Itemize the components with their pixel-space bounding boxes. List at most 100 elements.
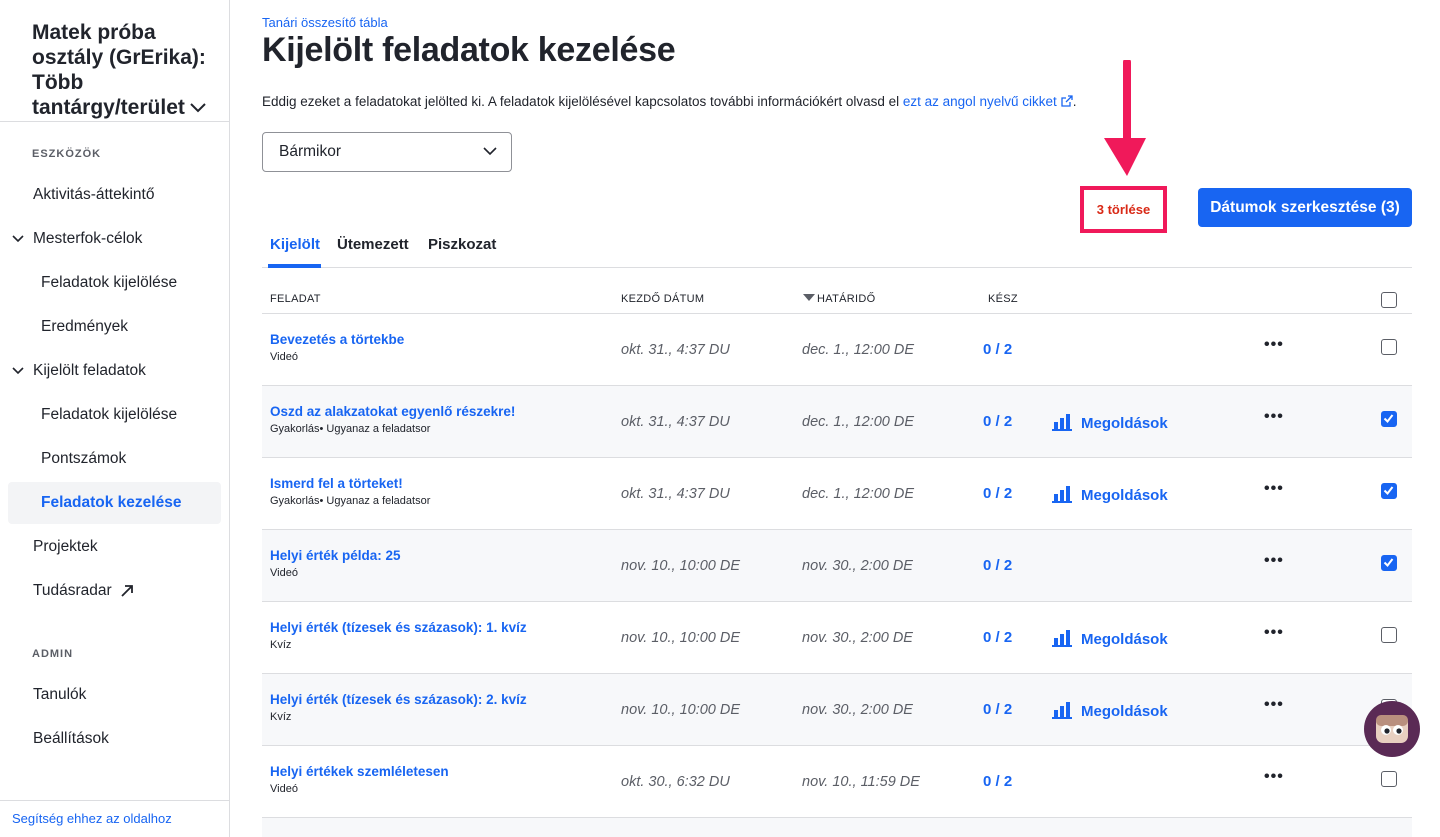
task-name-link[interactable]: Ismerd fel a törteket!: [270, 476, 403, 491]
due-date: dec. 1., 12:00 DE: [802, 342, 915, 358]
help-link[interactable]: Segítség ehhez az oldalhoz: [12, 811, 172, 826]
column-header-due-label: HATÁRIDŐ: [817, 293, 876, 305]
completion-link[interactable]: 0 / 2: [983, 413, 1012, 430]
task-name-link[interactable]: Oszd az alakzatokat egyenlő részekre!: [270, 404, 515, 419]
section-label-tools: ESZKÖZÖK: [32, 148, 102, 160]
completion-link[interactable]: 0 / 2: [983, 701, 1012, 718]
more-options-icon[interactable]: •••: [1264, 552, 1284, 570]
solutions-link[interactable]: Megoldások: [1052, 629, 1168, 648]
completion-link[interactable]: 0 / 2: [983, 773, 1012, 790]
due-date: nov. 30., 2:00 DE: [802, 558, 913, 574]
assistant-avatar[interactable]: [1364, 701, 1420, 757]
task-name-link[interactable]: Helyi érték (tízesek és százasok): 2. kv…: [270, 692, 527, 707]
table-row: Ismerd fel a törteket! Gyakorlás• Ugyana…: [262, 458, 1412, 530]
checkmark-icon: [1383, 486, 1394, 496]
row-checkbox[interactable]: [1381, 627, 1397, 643]
column-header-due[interactable]: HATÁRIDŐ: [803, 293, 875, 305]
due-date: nov. 10., 11:59 DE: [802, 774, 920, 790]
sidebar-item-label: Tudásradar: [33, 582, 112, 599]
class-title: Matek próba osztály (GrErika): Több tant…: [32, 21, 206, 119]
class-selector[interactable]: Matek próba osztály (GrErika): Több tant…: [32, 20, 222, 120]
row-checkbox[interactable]: [1381, 771, 1397, 787]
breadcrumb[interactable]: Tanári összesítő tábla: [262, 15, 388, 30]
solutions-link[interactable]: Megoldások: [1052, 701, 1168, 720]
solutions-label: Megoldások: [1081, 703, 1168, 720]
tab-scheduled[interactable]: Ütemezett: [337, 236, 409, 253]
more-options-icon[interactable]: •••: [1264, 480, 1284, 498]
chevron-down-icon: [12, 235, 24, 243]
table-row: Helyi értékek szemléletesen Videó okt. 3…: [262, 746, 1412, 818]
sidebar-item-manage-tasks[interactable]: Feladatok kezelése: [8, 482, 221, 524]
sidebar-item-assign-tasks-2[interactable]: Feladatok kijelölése: [8, 394, 221, 436]
intro-body: Eddig ezeket a feladatokat jelölted ki. …: [262, 94, 900, 109]
due-date: dec. 1., 12:00 DE: [802, 486, 915, 502]
sidebar-item-assigned-tasks[interactable]: Kijelölt feladatok: [8, 350, 221, 392]
task-type: Gyakorlás• Ugyanaz a feladatsor: [270, 495, 431, 507]
solutions-link[interactable]: Megoldások: [1052, 413, 1168, 432]
sort-down-icon: [803, 294, 815, 301]
article-link-label: ezt az angol nyelvű cikket: [902, 94, 1057, 109]
table-header: FELADAT KEZDŐ DÁTUM HATÁRIDŐ KÉSZ: [262, 268, 1412, 314]
row-checkbox[interactable]: [1381, 339, 1397, 355]
start-date: nov. 10., 10:00 DE: [621, 702, 741, 718]
row-checkbox[interactable]: [1381, 411, 1397, 427]
row-checkbox[interactable]: [1381, 483, 1397, 499]
completion-link[interactable]: 0 / 2: [983, 557, 1012, 574]
checkmark-icon: [1383, 558, 1394, 568]
bar-chart-icon: [1052, 486, 1072, 503]
solutions-label: Megoldások: [1081, 415, 1168, 432]
annotation-arrow-icon: [1104, 60, 1146, 176]
bar-chart-icon: [1052, 414, 1072, 431]
more-options-icon[interactable]: •••: [1264, 624, 1284, 642]
edit-dates-button[interactable]: Dátumok szerkesztése (3): [1198, 188, 1412, 227]
more-options-icon[interactable]: •••: [1264, 768, 1284, 786]
section-label-admin: ADMIN: [32, 648, 74, 660]
sidebar-item-projects[interactable]: Projektek: [8, 526, 221, 568]
table-row: Helyi érték (tízesek és százasok): 2. kv…: [262, 674, 1412, 746]
chevron-down-icon: [190, 103, 206, 113]
sidebar-item-assign-tasks[interactable]: Feladatok kijelölése: [8, 262, 221, 304]
sidebar-item-scores[interactable]: Pontszámok: [8, 438, 221, 480]
completion-link[interactable]: 0 / 2: [983, 485, 1012, 502]
sidebar-item-knowledge-radar[interactable]: Tudásradar: [8, 570, 221, 612]
intro-end: .: [1072, 94, 1077, 109]
table-row: Helyi érték példa: 25 Videó nov. 10., 10…: [262, 530, 1412, 602]
solutions-label: Megoldások: [1081, 487, 1168, 504]
sidebar-item-settings[interactable]: Beállítások: [8, 718, 221, 760]
divider: [0, 121, 229, 122]
sidebar-item-students[interactable]: Tanulók: [8, 674, 221, 716]
task-name-link[interactable]: Helyi érték példa: 25: [270, 548, 401, 563]
sidebar-item-results[interactable]: Eredmények: [8, 306, 221, 348]
column-header-done: KÉSZ: [988, 293, 1018, 305]
column-header-start[interactable]: KEZDŐ DÁTUM: [621, 293, 704, 305]
more-options-icon[interactable]: •••: [1264, 696, 1284, 714]
more-options-icon[interactable]: •••: [1264, 408, 1284, 426]
due-date: nov. 30., 2:00 DE: [802, 702, 913, 718]
completion-link[interactable]: 0 / 2: [983, 341, 1012, 358]
time-filter-select[interactable]: Bármikor: [262, 132, 512, 172]
select-all-checkbox[interactable]: [1381, 292, 1397, 308]
tab-draft[interactable]: Piszkozat: [428, 236, 496, 253]
sidebar-item-mastery-goals[interactable]: Mesterfok-célok: [8, 218, 221, 260]
task-type: Gyakorlás• Ugyanaz a feladatsor: [270, 423, 431, 435]
robot-face-icon: [1376, 715, 1408, 743]
divider: [0, 800, 229, 801]
sidebar-item-activity[interactable]: Aktivitás-áttekintő: [8, 174, 221, 216]
task-name-link[interactable]: Helyi értékek szemléletesen: [270, 764, 449, 779]
task-type: Kvíz: [270, 639, 292, 651]
more-options-icon[interactable]: •••: [1264, 336, 1284, 354]
task-name-link[interactable]: Helyi érték (tízesek és százasok): 1. kv…: [270, 620, 527, 635]
bar-chart-icon: [1052, 630, 1072, 647]
tab-assigned[interactable]: Kijelölt: [270, 236, 320, 253]
article-link[interactable]: ezt az angol nyelvű cikket: [903, 94, 1073, 109]
task-type: Videó: [270, 351, 298, 363]
start-date: okt. 31., 4:37 DU: [621, 342, 730, 358]
checkmark-icon: [1383, 414, 1394, 424]
task-name-link[interactable]: Bevezetés a törtekbe: [270, 332, 404, 347]
intro-text: Eddig ezeket a feladatokat jelölted ki. …: [262, 94, 1077, 109]
row-checkbox[interactable]: [1381, 555, 1397, 571]
table-row: Helyi érték (tízesek és százasok): 1. kv…: [262, 602, 1412, 674]
bar-chart-icon: [1052, 702, 1072, 719]
completion-link[interactable]: 0 / 2: [983, 629, 1012, 646]
solutions-link[interactable]: Megoldások: [1052, 485, 1168, 504]
